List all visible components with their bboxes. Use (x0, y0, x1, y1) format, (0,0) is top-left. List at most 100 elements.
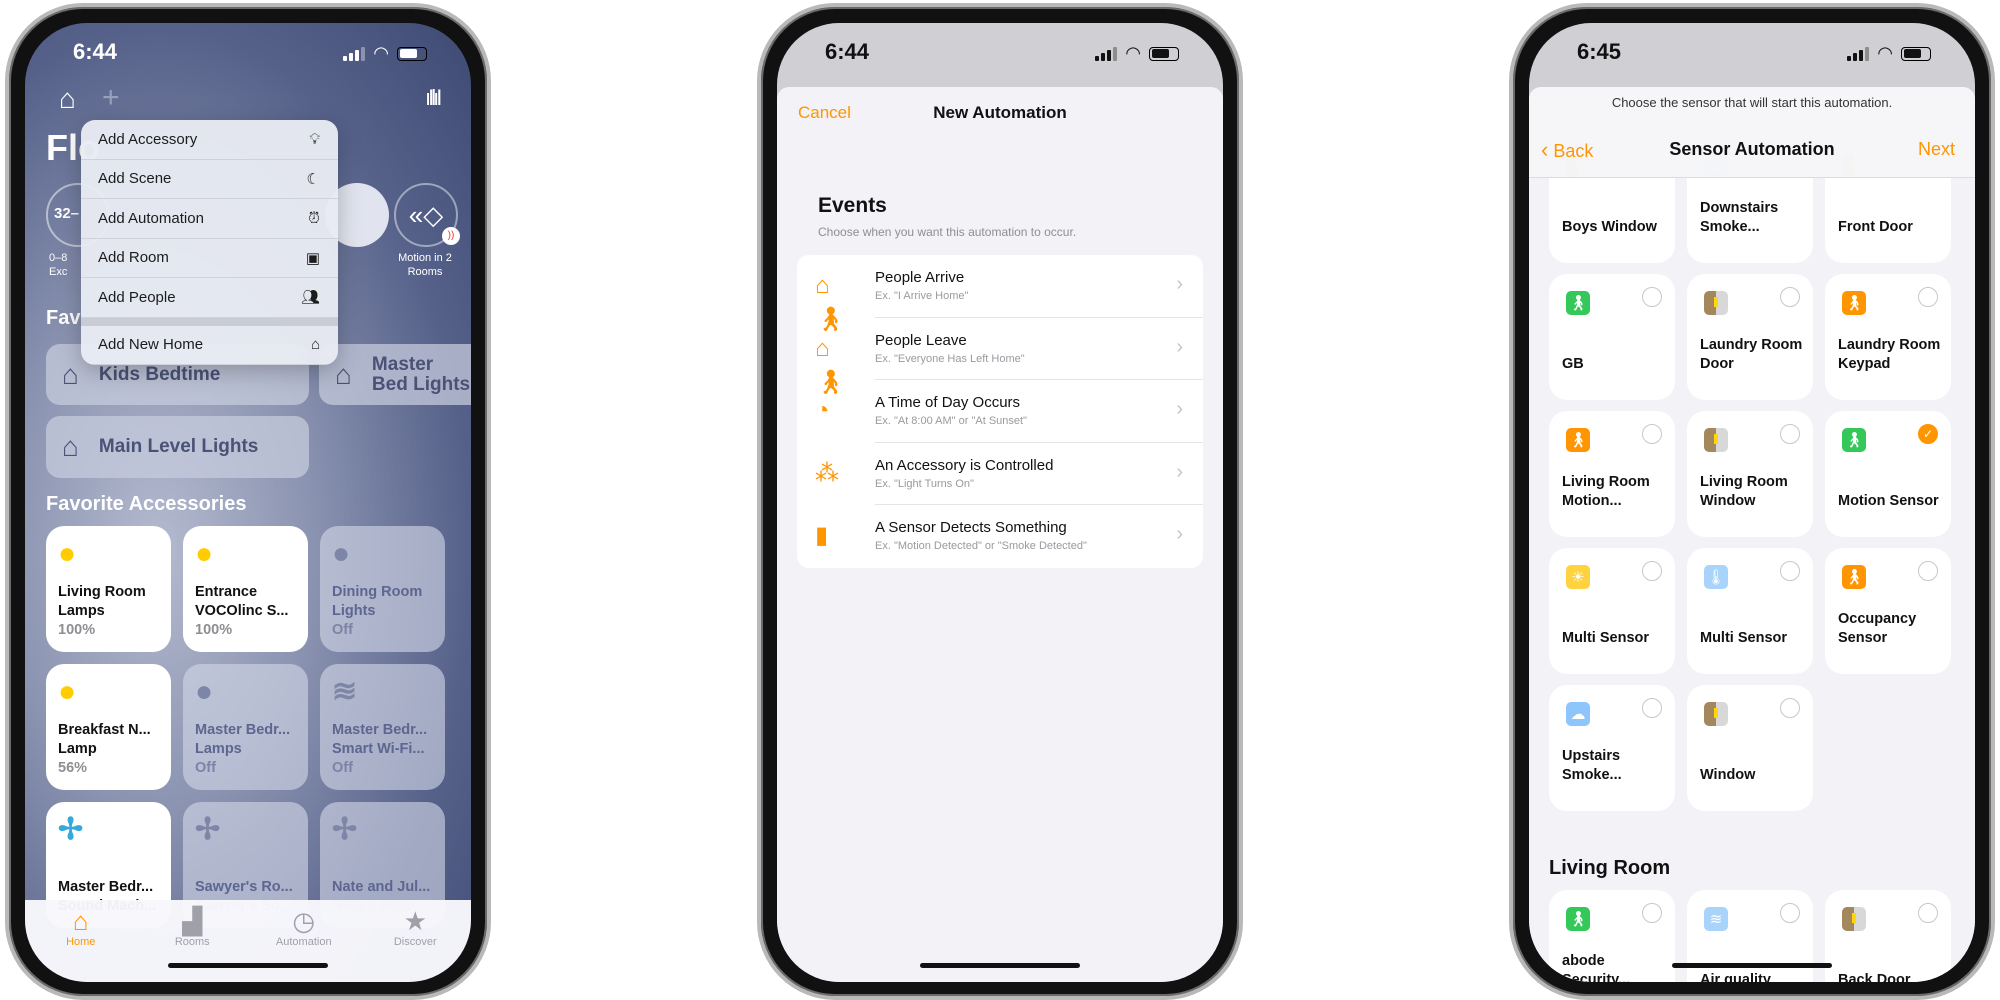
accessory-name: Entrance VOCOlinc S... (195, 584, 289, 619)
lightbulb-icon: ● (195, 675, 214, 708)
page-title: Sensor Automation (1669, 139, 1835, 159)
sensor-tile[interactable]: Window (1687, 685, 1813, 811)
radio-unselected[interactable] (1918, 287, 1938, 307)
sensor-grid: Choose the sensor that will start this a… (1529, 87, 1975, 982)
favorite-scenes-title: Fav (46, 307, 81, 329)
wifi-icon: ◠ (1877, 43, 1893, 63)
cellular-signal-icon (343, 46, 366, 61)
accessory-tile[interactable]: ● Entrance VOCOlinc S... 100% (183, 526, 308, 652)
sensor-tile[interactable]: 🚶︎ abode Security... (1549, 890, 1675, 982)
accessory-status: 100% (58, 622, 96, 638)
sensor-tile[interactable]: 🚶︎ Living Room Motion... (1549, 411, 1675, 537)
wifi-icon: ◠ (373, 43, 389, 63)
radio-unselected[interactable] (1642, 903, 1662, 923)
menu-item-label: Add New Home (98, 336, 204, 354)
radio-unselected[interactable] (1918, 903, 1938, 923)
scene-master-bed-lights[interactable]: ⌂ Master Bed Lights (319, 344, 471, 405)
tab-label: Automation (275, 936, 332, 948)
accessory-tile[interactable]: ● Master Bedr... Lamps Off (183, 664, 308, 790)
new-automation-screen: 6:44 ◠ Cancel New Automation Events Choo… (777, 23, 1223, 982)
phone-sensor-automation: 6:45 ◠ Choose the sensor that will start… (1509, 3, 1995, 1000)
radio-unselected[interactable] (1642, 424, 1662, 444)
status-time: 6:44 (73, 39, 118, 64)
radio-unselected[interactable] (1642, 698, 1662, 718)
sensor-tile[interactable]: 🌡︎ Multi Sensor (1687, 548, 1813, 674)
house-icon: ⌂ (62, 431, 79, 462)
menu-item[interactable]: Add Scene ☾ (81, 160, 338, 199)
scene-main-level-lights[interactable]: ⌂ Main Level Lights (46, 416, 309, 478)
sensor-tile[interactable]: 🚶︎ ✓ Motion Sensor (1825, 411, 1951, 537)
radio-unselected[interactable] (1780, 287, 1800, 307)
battery-icon (1149, 46, 1179, 61)
intercom-waveform-icon[interactable]: ıIlıI (425, 85, 442, 111)
scene-label: Master Bed Lights (371, 353, 471, 395)
radio-unselected[interactable] (1642, 561, 1662, 581)
sensor-tile[interactable]: Living Room Window (1687, 411, 1813, 537)
accessory-tile[interactable]: ● Living Room Lamps 100% (46, 526, 171, 652)
tab-home[interactable]: ⌂ Home (41, 906, 121, 982)
sensor-tile[interactable]: 🚶︎ GB (1549, 274, 1675, 400)
sensor-name: Upstairs Smoke... (1562, 748, 1622, 783)
sensor-tile[interactable]: Back Door (1825, 890, 1951, 982)
radio-unselected[interactable] (1780, 698, 1800, 718)
people-arrive-icon: ⌂🚶︎ (815, 272, 846, 333)
favorite-accessories-title: Favorite Accessories (46, 493, 247, 515)
sensor-tile[interactable]: ≋ Air quality (1687, 890, 1813, 982)
next-button[interactable]: Next (1918, 139, 1955, 160)
cellular-signal-icon (1847, 46, 1870, 61)
accessory-tile[interactable]: ● Breakfast N... Lamp 56% (46, 664, 171, 790)
sensor-tile[interactable]: 🚶︎ Occupancy Sensor (1825, 548, 1951, 674)
home-icon[interactable]: ⌂ (59, 83, 76, 115)
accessory-tile[interactable]: ● Dining Room Lights Off (320, 526, 445, 652)
accessory-status: Off (195, 760, 216, 776)
cellular-signal-icon (1095, 46, 1118, 61)
event-row[interactable]: ⌂🚶︎ People Arrive Ex. "I Arrive Home" › (797, 255, 1203, 333)
radio-unselected[interactable] (1642, 287, 1662, 307)
chevron-right-icon: › (1176, 398, 1183, 420)
tab-automation[interactable]: ◷ Automation (264, 906, 344, 982)
event-title: A Time of Day Occurs (875, 394, 1021, 411)
event-row[interactable]: ▮ A Sensor Detects Something Ex. "Motion D… (797, 505, 1203, 568)
accessory-tile[interactable]: ≋ Master Bedr... Smart Wi-Fi... Off (320, 664, 445, 790)
sensor-icon: ▮ (815, 522, 829, 549)
event-title: An Accessory is Controlled (875, 456, 1054, 474)
event-row[interactable]: ⁂ An Accessory is Controlled Ex. "Light Tu… (797, 443, 1203, 505)
radio-unselected[interactable] (1780, 561, 1800, 581)
menu-item[interactable]: Add Automation ⏰︎ (81, 199, 338, 239)
menu-item[interactable]: Add Accessory 💡︎ (81, 120, 338, 160)
alarm-clock-icon: ⏰︎ (308, 209, 320, 227)
menu-item[interactable]: Add Room ▣ (81, 239, 338, 278)
sensor-tile[interactable]: 🚶︎ Laundry Room Keypad (1825, 274, 1951, 400)
temperature-icon: 🌡︎ (1704, 565, 1728, 589)
motion-chip[interactable]: «◇)) (394, 183, 460, 247)
sensor-tile[interactable]: ☁ Upstairs Smoke... (1549, 685, 1675, 811)
home-screen: 6:44 ◠ ⌂ + ıIlıI Flo 32– 0–8 Exc «◇)) Mot… (25, 23, 471, 982)
radio-unselected[interactable] (1780, 424, 1800, 444)
event-title: A Sensor Detects Something (875, 519, 1067, 536)
sensor-name: Window (1700, 767, 1756, 783)
tab-discover[interactable]: ★ Discover (375, 906, 455, 982)
event-row[interactable]: ◔ A Time of Day Occurs Ex. "At 8:00 AM" or… (797, 380, 1203, 443)
checkmark-selected-icon[interactable]: ✓ (1918, 424, 1938, 444)
scene-label: Main Level Lights (98, 436, 259, 457)
event-row[interactable]: ⌂🚶︎ People Leave Ex. "Everyone Has Left Ho… (797, 318, 1203, 396)
scene-moon-icon: ☾ (306, 170, 320, 188)
tab-rooms[interactable]: ▟ Rooms (152, 906, 232, 982)
add-icon[interactable]: + (102, 81, 120, 115)
automation-icon: ◷ (292, 906, 316, 936)
menu-item[interactable]: Add New Home ⌂ (81, 326, 338, 365)
tab-label: Rooms (174, 936, 210, 948)
house-icon: ⌂ (310, 336, 320, 354)
status-icons: ◠ (1095, 43, 1179, 64)
sensor-name: GB (1562, 356, 1584, 372)
radio-unselected[interactable] (1780, 903, 1800, 923)
accessory-name: Master Bedr... Smart Wi-Fi... (332, 722, 428, 757)
sensor-automation-screen: 6:45 ◠ Choose the sensor that will start… (1529, 23, 1975, 982)
sensor-tile[interactable]: ☀ Multi Sensor (1549, 548, 1675, 674)
menu-item[interactable]: Add People 👥︎ (81, 278, 338, 318)
chevron-right-icon: › (1176, 273, 1183, 295)
sensor-tile[interactable]: Laundry Room Door (1687, 274, 1813, 400)
wifi-icon: ◠ (1125, 43, 1141, 63)
radio-unselected[interactable] (1918, 561, 1938, 581)
sensor-name: Laundry Room Keypad (1838, 337, 1941, 372)
